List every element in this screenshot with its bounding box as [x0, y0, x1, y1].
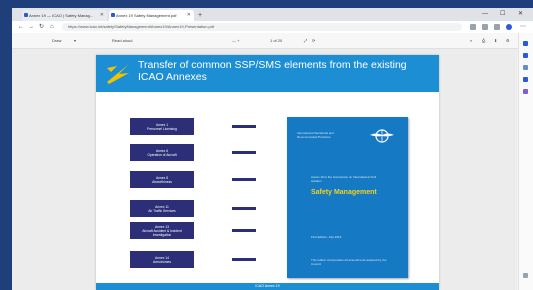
- cover-note: This edition incorporates all amendments…: [311, 258, 387, 266]
- zoom-control[interactable]: — +: [232, 33, 239, 48]
- more-menu-icon[interactable]: ⋯: [520, 21, 526, 33]
- back-icon[interactable]: ←: [18, 21, 24, 33]
- tab-bar: Annex 19 — ICAO | Safety Manag... ✕ Anne…: [12, 8, 533, 21]
- new-tab-button[interactable]: +: [198, 10, 202, 21]
- arrow-connector: [232, 151, 256, 154]
- slide-title: Transfer of common SSP/SMS elements from…: [138, 59, 407, 83]
- arrow-connector: [232, 207, 256, 210]
- tab-annex-page[interactable]: Annex 19 — ICAO | Safety Manag... ✕: [22, 10, 107, 21]
- annex-box: Annex 6 Operation of Aircraft: [130, 144, 194, 161]
- arrow-connector: [232, 125, 256, 128]
- url-text: https://www.icao.int/safety/SafetyManage…: [68, 24, 215, 29]
- tab-favicon-icon: [111, 13, 115, 17]
- highlight-icon[interactable]: ▾: [74, 33, 76, 48]
- close-tab-icon[interactable]: ✕: [100, 10, 104, 21]
- arrow-connector: [232, 178, 256, 181]
- minimize-icon[interactable]: —: [482, 8, 488, 21]
- annex-box: Annex 14 Aerodromes: [130, 251, 194, 268]
- rotate-icon[interactable]: ⟳: [312, 33, 315, 48]
- close-tab-icon[interactable]: ✕: [187, 10, 191, 21]
- annex-box: Annex 13 Aircraft Accident & Incident In…: [130, 222, 194, 239]
- cover-edition: First Edition, July 2013: [311, 235, 342, 239]
- slide-footer-text: ICAO Annex 19: [255, 284, 280, 288]
- annex-name: Operation of Aircraft: [147, 152, 177, 157]
- print-icon[interactable]: ⎙: [482, 33, 485, 48]
- annex19-cover: International Standards and Recommended …: [287, 117, 408, 278]
- pdf-viewer[interactable]: Transfer of common SSP/SMS elements from…: [12, 49, 517, 290]
- cover-annex-text: Annex 19 to the Convention on Internatio…: [311, 175, 377, 183]
- close-window-icon[interactable]: ✕: [518, 8, 523, 21]
- browser-window: Annex 19 — ICAO | Safety Manag... ✕ Anne…: [12, 8, 533, 290]
- annex-box: Annex 8 Airworthiness: [130, 171, 194, 188]
- search-sidebar-icon[interactable]: [523, 41, 528, 46]
- sidebar-settings-icon[interactable]: [523, 273, 528, 278]
- slide-page: Transfer of common SSP/SMS elements from…: [96, 55, 439, 290]
- annex-name: Aerodromes: [153, 259, 171, 264]
- annex-box: Annex 1 Personnel Licensing: [130, 118, 194, 135]
- arrow-connector: [232, 229, 256, 232]
- slide-footer: ICAO Annex 19: [96, 283, 439, 290]
- read-aloud-button[interactable]: Read aloud: [112, 33, 132, 48]
- settings-icon[interactable]: ⚙: [506, 33, 510, 48]
- tools-sidebar-icon[interactable]: [523, 65, 528, 70]
- home-icon[interactable]: ⌂: [50, 21, 54, 33]
- arrow-connector: [232, 258, 256, 261]
- favorites-icon[interactable]: [470, 24, 476, 30]
- slide-header: Transfer of common SSP/SMS elements from…: [96, 55, 439, 92]
- address-bar[interactable]: https://www.icao.int/safety/SafetyManage…: [62, 23, 462, 31]
- page-indicator[interactable]: 1 of 20: [270, 33, 282, 48]
- cover-standards-text: International Standards and Recommended …: [297, 131, 334, 139]
- annex-name: Personnel Licensing: [147, 126, 177, 131]
- extensions-icon[interactable]: [494, 24, 500, 30]
- office-sidebar-icon[interactable]: [523, 77, 528, 82]
- maximize-icon[interactable]: ☐: [500, 8, 505, 21]
- annex-name: Air Traffic Services: [148, 208, 176, 213]
- annex-box: Annex 11 Air Traffic Services: [130, 200, 194, 217]
- tab-favicon-icon: [24, 13, 28, 17]
- profile-avatar[interactable]: [506, 24, 512, 30]
- forward-icon[interactable]: →: [28, 21, 34, 33]
- right-sidebar: [518, 33, 533, 290]
- fit-page-icon[interactable]: ⤢: [304, 33, 307, 48]
- draw-button[interactable]: Draw: [52, 33, 61, 48]
- outlook-sidebar-icon[interactable]: [523, 89, 528, 94]
- tab-label: Annex 19 Safety Management.pdf: [116, 13, 177, 18]
- tab-pdf[interactable]: Annex 19 Safety Management.pdf ✕: [109, 10, 194, 21]
- shopping-sidebar-icon[interactable]: [523, 53, 528, 58]
- address-row: ← → ↻ ⌂ https://www.icao.int/safety/Safe…: [12, 21, 533, 33]
- refresh-icon[interactable]: ↻: [39, 21, 44, 33]
- swoosh-logo-icon: [107, 64, 129, 84]
- pdf-toolbar: Draw ▾ Read aloud — + 1 of 20 ⤢ ⟳ ⌕ ⎙ ⬇ …: [12, 33, 533, 49]
- icao-emblem-icon: [370, 129, 394, 143]
- cover-title: Safety Management: [311, 189, 377, 196]
- search-icon[interactable]: ⌕: [470, 33, 472, 48]
- tab-label: Annex 19 — ICAO | Safety Manag...: [29, 13, 94, 18]
- save-icon[interactable]: ⬇: [494, 33, 497, 48]
- collections-icon[interactable]: [482, 24, 488, 30]
- annex-name: Aircraft Accident & Incident Investigati…: [142, 228, 182, 237]
- annex-name: Airworthiness: [152, 179, 172, 184]
